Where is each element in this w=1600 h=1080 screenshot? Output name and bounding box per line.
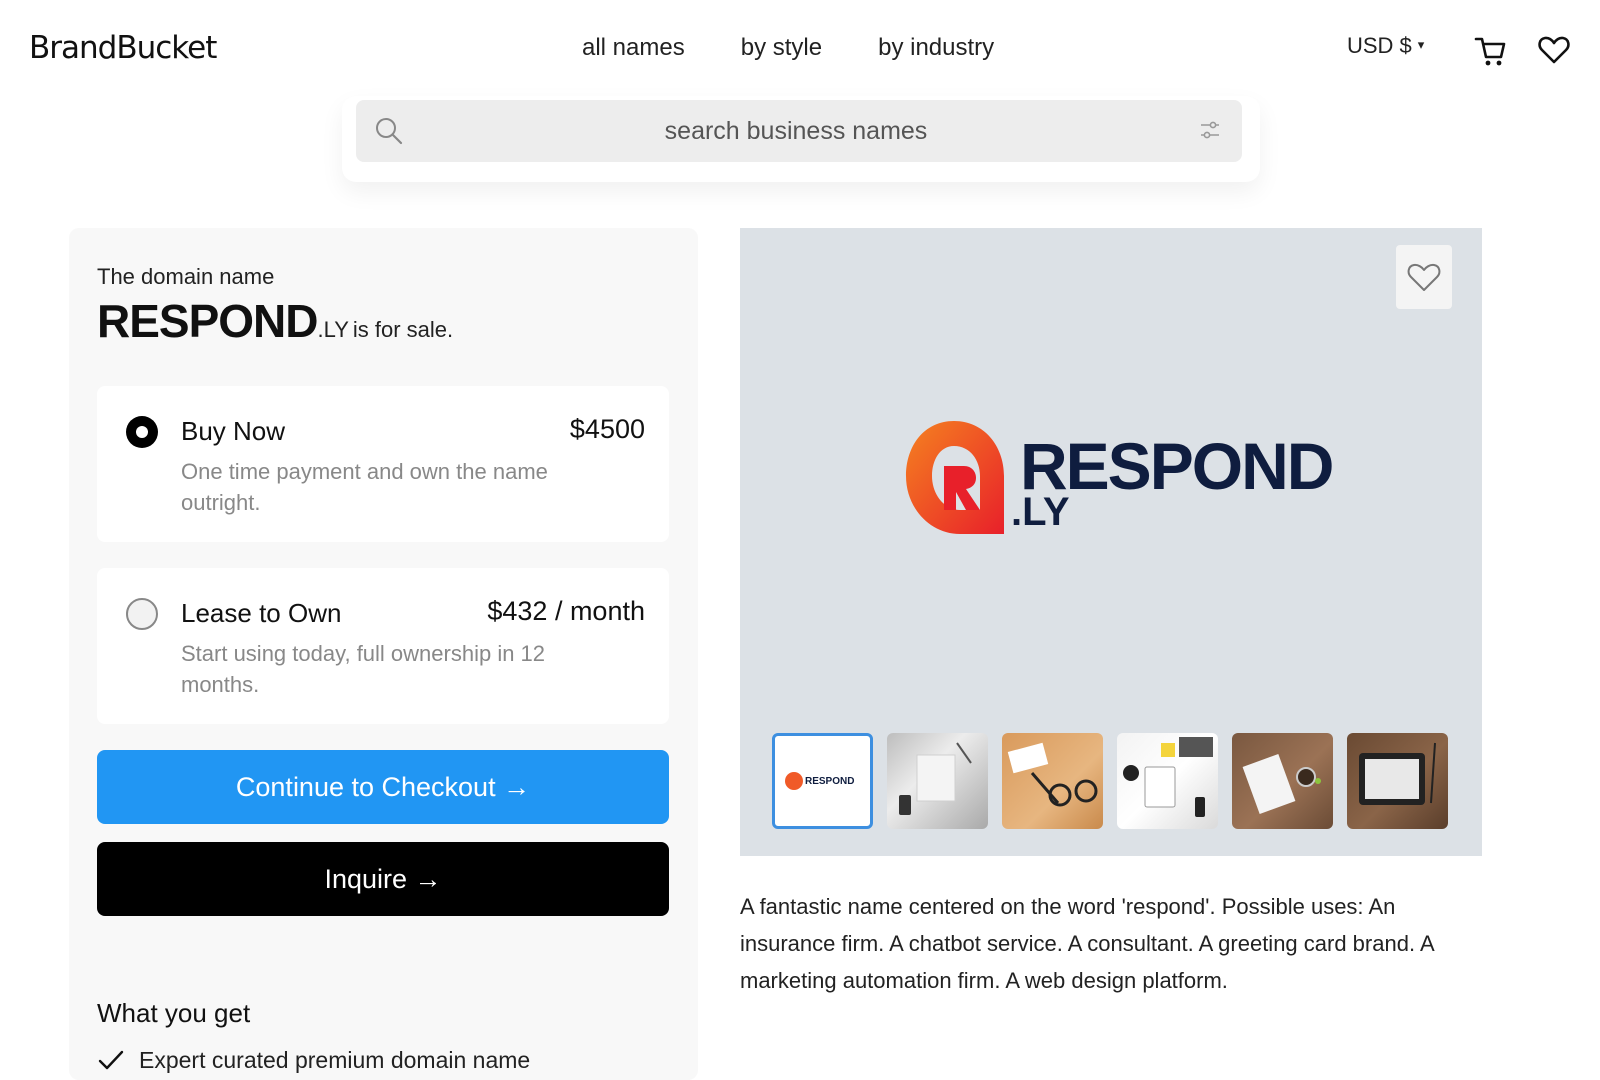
search-bar	[356, 100, 1242, 162]
heart-icon[interactable]	[1538, 34, 1570, 66]
what-you-get-item: Expert curated premium domain name	[97, 1046, 530, 1074]
mockup-image	[1359, 742, 1436, 805]
brand-logo[interactable]: BrandBucket	[29, 30, 217, 66]
mockup-image	[1242, 754, 1321, 814]
continue-to-checkout-button[interactable]: Continue to Checkout →	[97, 750, 669, 824]
filter-icon[interactable]	[1198, 118, 1222, 142]
nav-all-names[interactable]: all names	[582, 34, 685, 62]
mockup-image	[899, 742, 972, 815]
thumbnail-mockup-cards[interactable]	[1002, 733, 1103, 829]
inquire-button[interactable]: Inquire →	[97, 842, 669, 916]
heart-icon	[1407, 263, 1441, 291]
mini-logo-text: RESPOND	[805, 775, 855, 787]
thumbnail-mockup-tablet[interactable]	[1347, 733, 1448, 829]
site-header: BrandBucket all names by style by indust…	[0, 0, 1600, 100]
thumbnail-mockup-notebook[interactable]	[1117, 733, 1218, 829]
thumbnail-mockup-desk[interactable]	[887, 733, 988, 829]
logo-tld: .LY	[1011, 490, 1070, 534]
favorite-button[interactable]	[1396, 245, 1452, 309]
option-price: $4500	[569, 414, 645, 444]
purchase-panel: The domain name RESPOND.LY is for sale. B…	[69, 228, 698, 1080]
option-description: One time payment and own the name outrig…	[181, 459, 548, 515]
what-you-get-text: Expert curated premium domain name	[139, 1046, 531, 1073]
thumbnail-mockup-letter[interactable]	[1232, 733, 1333, 829]
mockup-image	[1007, 742, 1098, 807]
radio-buy-now[interactable]	[126, 416, 158, 448]
domain-description: A fantastic name centered on the word 'r…	[740, 894, 1434, 993]
search-container	[342, 96, 1260, 182]
currency-label: USD $	[1347, 33, 1412, 58]
option-lease-to-own[interactable]: Lease to Own $432 / month Start using to…	[97, 568, 669, 724]
thumbnail-strip: RESPOND	[772, 733, 1448, 829]
mini-logo-mark	[785, 772, 803, 790]
nav-by-industry[interactable]: by industry	[878, 34, 994, 62]
mini-logo: RESPOND	[785, 772, 854, 790]
cart-icon[interactable]	[1474, 34, 1508, 68]
domain-tld: .LY	[317, 317, 349, 342]
thumbnail-logo[interactable]: RESPOND	[772, 733, 873, 829]
what-you-get-heading: What you get	[97, 998, 251, 1028]
currency-selector[interactable]: USD $ ▾	[1347, 33, 1424, 59]
radio-lease-to-own[interactable]	[126, 598, 158, 630]
chevron-down-icon: ▾	[1417, 37, 1425, 52]
domain-heading: RESPOND.LY is for sale.	[97, 294, 453, 348]
for-sale-text: is for sale.	[352, 317, 454, 342]
option-title: Lease to Own	[181, 598, 342, 628]
search-icon[interactable]	[374, 116, 404, 146]
logo-preview: RESPOND .LY RESPOND	[740, 228, 1482, 856]
main-nav: all names by style by industry	[582, 34, 1050, 62]
intro-text: The domain name	[97, 264, 275, 289]
search-input[interactable]	[426, 100, 1166, 162]
nav-by-style[interactable]: by style	[741, 34, 822, 62]
option-price: $432 / month	[487, 596, 645, 626]
domain-name: RESPOND	[97, 295, 318, 347]
option-title: Buy Now	[181, 416, 286, 446]
check-icon	[98, 1050, 124, 1070]
option-buy-now[interactable]: Buy Now $4500 One time payment and own t…	[97, 386, 669, 542]
option-description: Start using today, full ownership in 12 …	[181, 641, 546, 697]
mockup-image	[1123, 737, 1213, 817]
